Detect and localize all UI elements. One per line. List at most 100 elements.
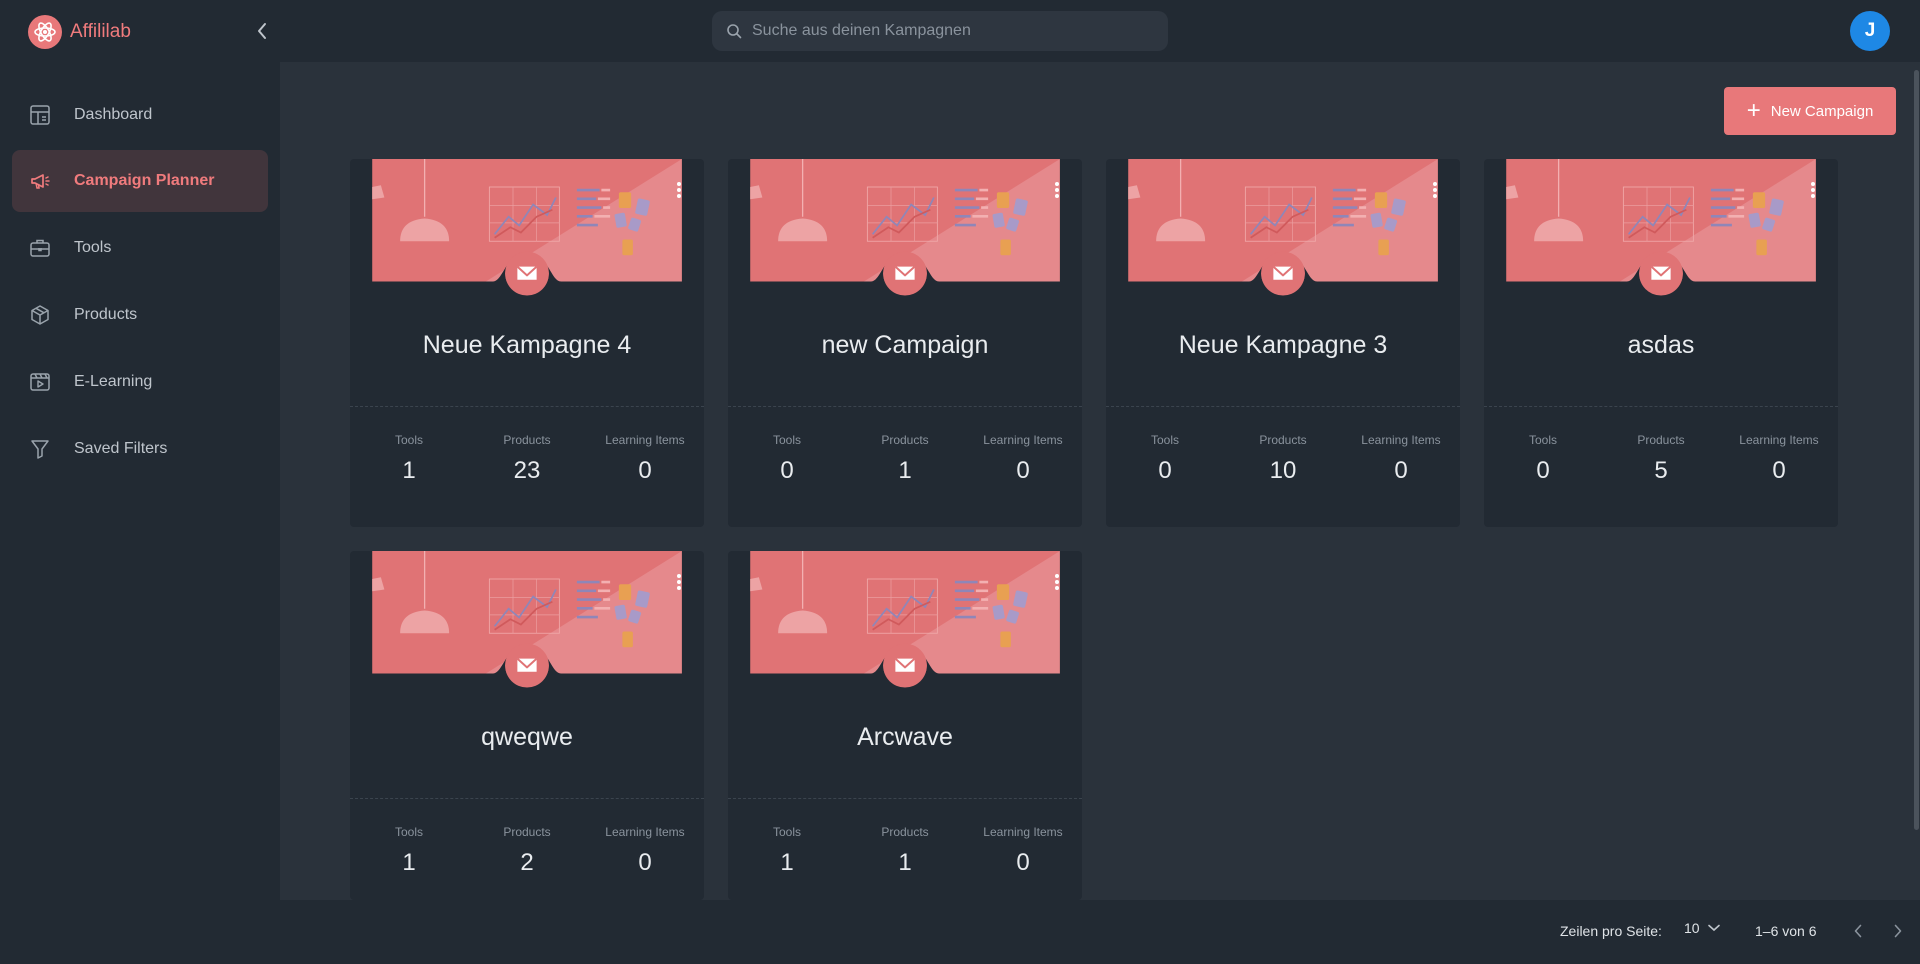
stat-label: Learning Items bbox=[605, 433, 685, 447]
stat-label: Learning Items bbox=[1739, 433, 1819, 447]
search-bar[interactable] bbox=[712, 11, 1168, 51]
megaphone-icon bbox=[28, 169, 52, 193]
stat-label: Tools bbox=[1528, 433, 1557, 447]
stat-value: 1 bbox=[402, 849, 416, 876]
chevron-left-icon bbox=[1854, 924, 1862, 938]
stat-value: 10 bbox=[1269, 457, 1297, 484]
sidebar-item-dashboard[interactable]: Dashboard bbox=[12, 84, 268, 146]
campaign-title: Neue Kampagne 4 bbox=[422, 331, 632, 359]
stat-value: 1 bbox=[780, 849, 794, 876]
more-vertical-icon[interactable] bbox=[676, 573, 682, 591]
stat-products: Products 2 bbox=[468, 825, 586, 877]
stat-label: Products bbox=[1259, 433, 1307, 447]
stat-learning-items: Learning Items 0 bbox=[586, 825, 704, 877]
stat-label: Learning Items bbox=[1361, 433, 1441, 447]
collapse-sidebar-button[interactable] bbox=[250, 18, 274, 44]
campaign-title: qweqwe bbox=[481, 723, 573, 751]
sidebar-item-tools[interactable]: Tools bbox=[12, 217, 268, 279]
stat-label: Learning Items bbox=[983, 433, 1063, 447]
more-vertical-icon[interactable] bbox=[1054, 181, 1060, 199]
next-page-button[interactable] bbox=[1886, 918, 1910, 944]
more-vertical-icon[interactable] bbox=[1432, 181, 1438, 199]
sidebar-item-label: Campaign Planner bbox=[74, 172, 215, 189]
stat-products: Products 23 bbox=[468, 433, 586, 485]
stat-tools: Tools 0 bbox=[728, 433, 846, 485]
brand[interactable]: Affililab bbox=[28, 15, 131, 49]
stat-value: 0 bbox=[1536, 457, 1550, 484]
divider bbox=[728, 798, 1082, 799]
stat-label: Products bbox=[881, 825, 929, 839]
divider bbox=[728, 406, 1082, 407]
sidebar-item-products[interactable]: Products bbox=[12, 284, 268, 346]
campaign-card[interactable]: Arcwave Tools 1 Products 1 Learning Items 0 bbox=[728, 551, 1082, 900]
sidebar-item-campaign-planner[interactable]: Campaign Planner bbox=[12, 150, 268, 212]
stat-label: Tools bbox=[1150, 433, 1179, 447]
more-vertical-icon[interactable] bbox=[1054, 573, 1060, 591]
new-campaign-label: New Campaign bbox=[1770, 102, 1874, 120]
stat-value: 1 bbox=[402, 457, 416, 484]
stat-value: 0 bbox=[638, 457, 652, 484]
stat-label: Learning Items bbox=[605, 825, 685, 839]
divider bbox=[350, 798, 704, 799]
stat-label: Tools bbox=[394, 433, 423, 447]
sidebar-item-label: Dashboard bbox=[74, 106, 153, 123]
stat-value: 0 bbox=[780, 457, 794, 484]
stat-value: 5 bbox=[1654, 457, 1668, 484]
stat-tools: Tools 0 bbox=[1106, 433, 1224, 485]
stat-learning-items: Learning Items 0 bbox=[1720, 433, 1838, 485]
stat-value: 1 bbox=[898, 457, 912, 484]
sidebar-item-label: Products bbox=[74, 306, 138, 323]
scrollbar-thumb[interactable] bbox=[1914, 70, 1919, 830]
dashboard-icon bbox=[28, 103, 52, 127]
stat-value: 2 bbox=[520, 849, 534, 876]
stat-label: Learning Items bbox=[983, 825, 1063, 839]
sidebar-item-e-learning[interactable]: E-Learning bbox=[12, 351, 268, 413]
stat-value: 0 bbox=[1016, 849, 1030, 876]
pagination-bar: Zeilen pro Seite: 10 1–6 von 6 bbox=[0, 900, 1920, 964]
more-vertical-icon[interactable] bbox=[1810, 181, 1816, 199]
divider bbox=[1484, 406, 1838, 407]
previous-page-button[interactable] bbox=[1846, 918, 1870, 944]
campaign-card[interactable]: Neue Kampagne 3 Tools 0 Products 10 Learni… bbox=[1106, 159, 1460, 527]
search-input[interactable] bbox=[752, 22, 1152, 40]
stat-label: Tools bbox=[394, 825, 423, 839]
stat-tools: Tools 1 bbox=[728, 825, 846, 877]
campaign-card[interactable]: Neue Kampagne 4 Tools 1 Products 23 Learni… bbox=[350, 159, 704, 527]
stat-label: Products bbox=[881, 433, 929, 447]
atom-logo-icon bbox=[28, 15, 62, 49]
stat-label: Tools bbox=[772, 433, 801, 447]
stat-label: Products bbox=[503, 825, 551, 839]
stat-value: 0 bbox=[638, 849, 652, 876]
campaign-banner-image bbox=[372, 551, 682, 688]
campaign-card[interactable]: asdas Tools 0 Products 5 Learning Items 0 bbox=[1484, 159, 1838, 527]
plus-icon: + bbox=[1746, 97, 1761, 124]
sidebar-item-label: E-Learning bbox=[74, 373, 153, 390]
sidebar-item-label: Saved Filters bbox=[74, 440, 168, 457]
campaign-card[interactable]: new Campaign Tools 0 Products 1 Learning I… bbox=[728, 159, 1082, 527]
more-vertical-icon[interactable] bbox=[676, 181, 682, 199]
stat-learning-items: Learning Items 0 bbox=[1342, 433, 1460, 485]
campaign-title: Neue Kampagne 3 bbox=[1178, 331, 1388, 359]
campaign-banner-image bbox=[1506, 159, 1816, 296]
stat-learning-items: Learning Items 0 bbox=[964, 825, 1082, 877]
stat-value: 0 bbox=[1158, 457, 1172, 484]
divider bbox=[350, 406, 704, 407]
new-campaign-button[interactable]: + New Campaign bbox=[1724, 87, 1896, 135]
campaign-banner-image bbox=[1128, 159, 1438, 296]
divider bbox=[1106, 406, 1460, 407]
campaign-banner-image bbox=[750, 551, 1060, 688]
sidebar-item-saved-filters[interactable]: Saved Filters bbox=[12, 418, 268, 480]
stat-value: 0 bbox=[1772, 457, 1786, 484]
toolbox-icon bbox=[28, 236, 52, 260]
chevron-right-icon bbox=[1894, 924, 1902, 938]
campaign-card[interactable]: qweqwe Tools 1 Products 2 Learning Items 0 bbox=[350, 551, 704, 900]
stat-value: 1 bbox=[898, 849, 912, 876]
stat-label: Products bbox=[503, 433, 551, 447]
search-icon bbox=[727, 24, 742, 39]
stat-tools: Tools 1 bbox=[350, 825, 468, 877]
campaign-title: new Campaign bbox=[821, 331, 989, 359]
rows-per-page-select[interactable]: 10 bbox=[1684, 920, 1720, 936]
rows-per-page-label: Zeilen pro Seite: bbox=[1560, 923, 1662, 939]
campaign-banner-image bbox=[750, 159, 1060, 296]
user-avatar[interactable]: J bbox=[1850, 11, 1890, 51]
